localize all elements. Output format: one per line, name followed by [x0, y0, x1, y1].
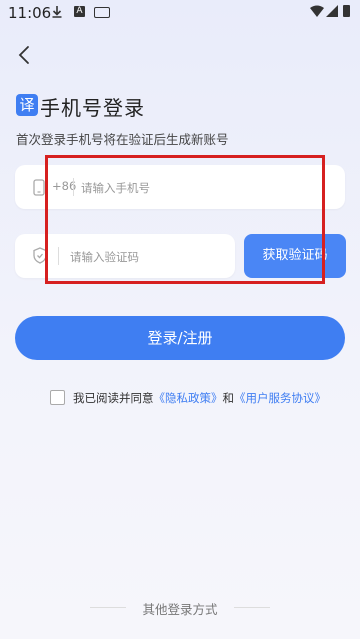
status-time: 11:06 [8, 4, 52, 22]
shield-icon [33, 247, 47, 268]
back-button[interactable] [12, 42, 38, 68]
phone-field-card: +86 [15, 165, 345, 209]
other-login-section: 其他登录方式 [0, 599, 360, 618]
status-bar: 11:06 A [0, 0, 360, 26]
agreement-checkbox[interactable] [50, 390, 65, 405]
login-register-button[interactable]: 登录/注册 [15, 316, 345, 360]
download-icon [52, 6, 62, 20]
agreement-prefix: 我已阅读并同意 [73, 391, 154, 405]
keyboard-icon [94, 7, 110, 18]
divider [58, 247, 59, 265]
agreement-text: 我已阅读并同意《隐私政策》和《用户服务协议》 [73, 390, 326, 406]
page-title: 手机号登录 [40, 96, 145, 120]
code-input[interactable] [68, 244, 232, 270]
divider [234, 607, 270, 608]
other-login-label: 其他登录方式 [142, 602, 218, 617]
terms-of-service-link[interactable]: 《用户服务协议》 [234, 391, 326, 405]
privacy-policy-link[interactable]: 《隐私政策》 [154, 391, 223, 405]
page-subtitle: 首次登录手机号将在验证后生成新账号 [16, 132, 229, 147]
a-notification-icon: A [74, 6, 85, 17]
divider [73, 178, 74, 196]
signal-icon [326, 5, 338, 19]
agreement-connector: 和 [222, 391, 235, 405]
chevron-left-icon [18, 46, 29, 64]
phone-icon [33, 179, 45, 200]
wifi-icon [310, 5, 324, 19]
battery-icon [343, 5, 350, 17]
phone-input[interactable] [79, 175, 333, 201]
get-code-button[interactable]: 获取验证码 [244, 234, 346, 278]
divider [90, 607, 126, 608]
app-logo-badge: 译 [16, 94, 38, 116]
code-field-card [15, 234, 235, 278]
